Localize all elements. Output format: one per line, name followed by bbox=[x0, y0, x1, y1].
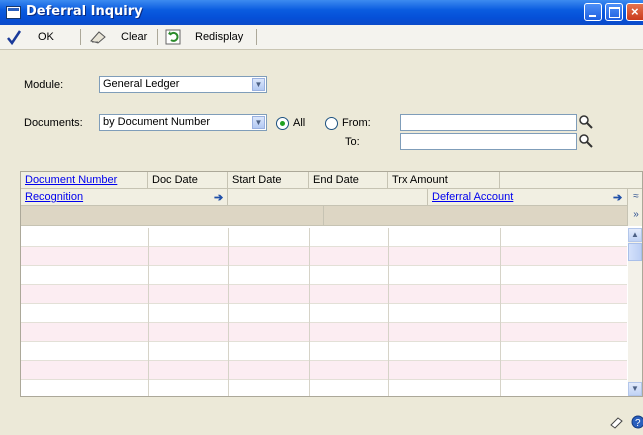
table-row[interactable] bbox=[21, 266, 627, 285]
window-title: Deferral Inquiry bbox=[26, 4, 143, 19]
column-header-recognition[interactable]: Recognition bbox=[21, 189, 228, 206]
radio-all-label: All bbox=[293, 117, 306, 129]
column-header-trx-amount[interactable]: Trx Amount bbox=[388, 172, 500, 189]
table-row[interactable] bbox=[21, 285, 627, 304]
vertical-scrollbar[interactable]: ▲ ▼ bbox=[628, 228, 642, 396]
scroll-thumb[interactable] bbox=[628, 243, 642, 261]
documents-select[interactable]: by Document Number ▼ bbox=[99, 114, 267, 131]
table-row[interactable] bbox=[21, 323, 627, 342]
column-divider bbox=[388, 228, 389, 396]
collapse-rows-icon[interactable]: ≈ bbox=[628, 189, 642, 206]
toolbar: OK Clear Redisplay bbox=[0, 25, 643, 50]
scroll-up-icon[interactable]: ▲ bbox=[628, 228, 642, 242]
from-field[interactable] bbox=[400, 114, 577, 131]
column-header-doc-date[interactable]: Doc Date bbox=[148, 172, 228, 189]
toolbar-divider bbox=[157, 29, 158, 45]
table-row[interactable] bbox=[21, 228, 627, 247]
window-icon bbox=[6, 6, 21, 19]
module-value: General Ledger bbox=[103, 78, 180, 90]
status-bar: ? bbox=[0, 407, 643, 435]
radio-from[interactable] bbox=[325, 117, 338, 130]
table-row[interactable] bbox=[21, 247, 627, 266]
expand-rows-icon[interactable]: » bbox=[628, 206, 642, 226]
grid-band-right bbox=[324, 206, 628, 226]
column-header-document-number[interactable]: Document Number bbox=[21, 172, 148, 189]
lookup-from-magnifier-icon[interactable] bbox=[578, 114, 594, 130]
expand-recognition-arrow-icon[interactable]: ➔ bbox=[214, 191, 223, 204]
column-header-deferral-account[interactable]: Deferral Account bbox=[428, 189, 628, 206]
ok-label: OK bbox=[38, 31, 54, 43]
scroll-down-icon[interactable]: ▼ bbox=[628, 382, 642, 396]
column-header-blank bbox=[500, 172, 642, 189]
column-header-blank2 bbox=[228, 189, 428, 206]
radio-all[interactable] bbox=[276, 117, 289, 130]
checkmark-icon bbox=[7, 30, 22, 45]
eraser-icon bbox=[90, 31, 106, 44]
refresh-icon bbox=[165, 29, 181, 45]
column-divider bbox=[228, 228, 229, 396]
column-divider bbox=[500, 228, 501, 396]
lookup-to-magnifier-icon[interactable] bbox=[578, 133, 594, 149]
grid-band-left bbox=[21, 206, 324, 226]
radio-from-label: From: bbox=[342, 117, 371, 129]
table-row[interactable] bbox=[21, 361, 627, 380]
column-divider bbox=[148, 228, 149, 396]
toolbar-divider bbox=[80, 29, 81, 45]
deferral-grid[interactable]: Document Number Doc Date Start Date End … bbox=[20, 171, 643, 397]
column-header-end-date[interactable]: End Date bbox=[309, 172, 388, 189]
minimize-button[interactable] bbox=[584, 3, 602, 21]
documents-value: by Document Number bbox=[103, 116, 210, 128]
documents-label: Documents: bbox=[24, 117, 83, 129]
deferral-inquiry-window: Deferral Inquiry × OK Clear Redisplay Mo… bbox=[0, 0, 643, 435]
module-select[interactable]: General Ledger ▼ bbox=[99, 76, 267, 93]
column-header-start-date[interactable]: Start Date bbox=[228, 172, 309, 189]
help-icon[interactable]: ? bbox=[630, 414, 643, 430]
module-label: Module: bbox=[24, 79, 64, 91]
redisplay-label: Redisplay bbox=[195, 31, 244, 43]
expand-deferral-account-arrow-icon[interactable]: ➔ bbox=[613, 191, 622, 204]
title-bar[interactable]: Deferral Inquiry × bbox=[0, 0, 643, 25]
to-label: To: bbox=[345, 136, 360, 148]
maximize-button[interactable] bbox=[605, 3, 623, 21]
to-field[interactable] bbox=[400, 133, 577, 150]
chevron-down-icon[interactable]: ▼ bbox=[252, 116, 265, 129]
close-button[interactable]: × bbox=[626, 3, 643, 21]
note-icon[interactable] bbox=[609, 415, 625, 429]
svg-text:?: ? bbox=[635, 418, 641, 429]
clear-label: Clear bbox=[121, 31, 148, 43]
table-row[interactable] bbox=[21, 342, 627, 361]
toolbar-divider bbox=[256, 29, 257, 45]
table-row[interactable] bbox=[21, 304, 627, 323]
chevron-down-icon[interactable]: ▼ bbox=[252, 78, 265, 91]
close-icon: × bbox=[631, 4, 639, 19]
column-divider bbox=[309, 228, 310, 396]
table-row[interactable] bbox=[21, 380, 627, 396]
